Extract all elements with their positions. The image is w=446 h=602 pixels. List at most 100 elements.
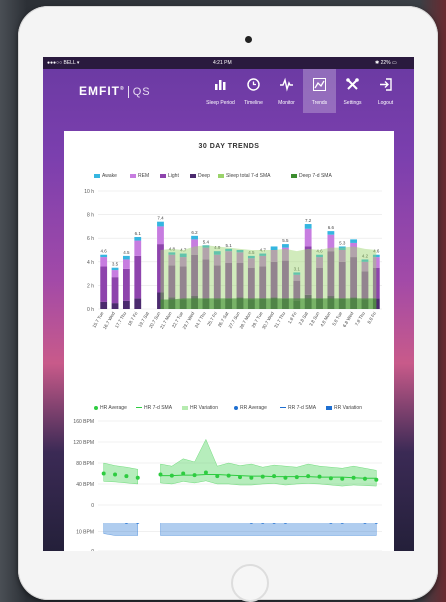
vitals-legend: HR Average HR 7-d SMA HR Variation RR Av…	[94, 405, 384, 415]
bar-total-label: 5.3	[339, 240, 346, 245]
nav-sleep-period[interactable]: Sleep Period	[204, 69, 237, 113]
y-tick-label: 8 h	[87, 213, 94, 219]
legend-hr-average[interactable]: HR Average	[94, 405, 127, 411]
y-tick-label: 0	[91, 549, 94, 551]
bar-total-label: 6.6	[328, 225, 335, 230]
legend-awake[interactable]: Awake	[94, 173, 117, 179]
hr-variation-band	[103, 462, 139, 485]
hr-average-point	[192, 473, 197, 478]
app-screen: ●●●○○ BELL ▾ 4:21 PM ✱ 22% ▭ EMFIT® QS Sl…	[43, 57, 414, 551]
status-bar: ●●●○○ BELL ▾ 4:21 PM ✱ 22% ▭	[43, 57, 414, 69]
page-title: 30 DAY TRENDS	[198, 143, 260, 150]
swatch	[326, 405, 332, 410]
bar-total-label: 7.2	[305, 218, 312, 223]
hr-average-point	[124, 474, 129, 479]
legend-deep[interactable]: Deep	[190, 173, 210, 179]
awake-bar	[350, 239, 358, 243]
respiration-rate-chart: 10 BPM 0	[76, 523, 382, 551]
bar-total-label: 4.5	[123, 250, 130, 255]
hr-average-point	[238, 475, 242, 480]
swatch	[291, 173, 297, 178]
hr-average-point	[215, 474, 220, 479]
hr-average-point	[181, 471, 186, 476]
rem-bar	[100, 257, 108, 267]
nav-logout[interactable]: Logout	[369, 69, 402, 113]
y-tick-label: 40 BPM	[76, 482, 94, 488]
legend-hr-sma[interactable]: HR 7-d SMA	[136, 405, 172, 411]
swatch	[136, 407, 142, 409]
legend-rem[interactable]: REM	[130, 173, 149, 179]
hr-average-point	[272, 474, 277, 479]
bar-total-label: 5.1	[226, 243, 233, 248]
awake-bar	[111, 267, 119, 271]
swatch	[218, 173, 224, 178]
clock-icon	[247, 78, 260, 91]
legend-label: RR Average	[240, 405, 267, 411]
legend-deep-sma[interactable]: Deep 7-d SMA	[291, 173, 332, 179]
awake-bar	[327, 231, 335, 235]
deep-bar	[100, 301, 108, 309]
bar-total-label: 7.4	[157, 216, 164, 221]
home-button[interactable]	[231, 564, 269, 602]
hr-average-point	[135, 475, 140, 480]
hr-average-point	[113, 472, 118, 477]
legend-rr-average[interactable]: RR Average	[234, 405, 267, 411]
clock-text: 4:21 PM	[213, 60, 232, 66]
y-tick-label: 10 BPM	[76, 530, 94, 536]
legend-label: HR 7-d SMA	[144, 405, 173, 411]
hr-average-point	[226, 473, 231, 478]
rem-bar	[134, 240, 142, 256]
awake-bar	[122, 255, 130, 260]
rr-variation-band	[160, 523, 377, 536]
rr-variation-band	[103, 523, 139, 536]
nav-timeline[interactable]: Timeline	[237, 69, 270, 113]
light-bar	[134, 255, 142, 299]
bar-total-label: 6.2	[191, 230, 198, 235]
y-tick-label: 4 h	[87, 260, 94, 266]
hr-average-point	[283, 475, 288, 480]
x-tick-label: 6.8 Wed	[342, 311, 355, 328]
deep-sma-area	[160, 298, 377, 309]
swatch	[160, 173, 166, 178]
nav-label: Logout	[377, 100, 394, 106]
hr-average-point	[101, 471, 106, 476]
y-tick-label: 0	[91, 503, 94, 509]
x-tick-label: 24.7 Thu	[194, 311, 207, 329]
swatch	[94, 173, 100, 178]
awake-bar	[270, 246, 278, 250]
y-tick-label: 0 h	[87, 307, 94, 313]
rem-bar	[122, 259, 130, 269]
legend-hr-variation[interactable]: HR Variation	[182, 405, 218, 411]
hr-average-point	[351, 475, 356, 480]
hr-average-point	[169, 473, 174, 478]
nav-trends[interactable]: Trends	[303, 69, 336, 113]
legend-label: REM	[138, 173, 150, 179]
swatch	[280, 407, 286, 409]
legend-label: Deep 7-d SMA	[299, 173, 332, 179]
y-tick-label: 80 BPM	[76, 461, 94, 467]
y-tick-label: 160 BPM	[73, 419, 94, 425]
nav-monitor[interactable]: Monitor	[270, 69, 303, 113]
legend-label: HR Variation	[190, 405, 218, 411]
nav-settings[interactable]: Settings	[336, 69, 369, 113]
legend-rr-sma[interactable]: RR 7-d SMA	[280, 405, 316, 411]
deep-bar	[122, 300, 130, 309]
legend-rr-variation[interactable]: RR Variation	[326, 405, 362, 411]
legend-label: HR Average	[100, 405, 127, 411]
carrier-text: ●●●○○ BELL ▾	[47, 60, 80, 66]
brand-name: EMFIT	[79, 84, 120, 98]
deep-bar	[134, 298, 142, 309]
nav-label: Timeline	[244, 100, 263, 106]
awake-bar	[191, 235, 198, 240]
x-tick-label: 8.8 Fri	[366, 311, 377, 325]
rem-bar	[157, 226, 164, 245]
legend-sleep-sma[interactable]: Sleep total 7-d SMA	[218, 173, 270, 179]
swatch	[94, 405, 98, 410]
y-tick-label: 2 h	[87, 283, 94, 289]
bar-total-label: 5.4	[203, 239, 210, 244]
legend-light[interactable]: Light	[160, 173, 179, 179]
front-camera	[245, 36, 252, 43]
x-tick-label: 7.8 Thu	[354, 311, 366, 327]
swatch	[182, 405, 188, 410]
sleep-stage-chart: 10 h8 h6 h4 h2 h0 h4.63.54.56.17.44.8 4.7…	[84, 189, 382, 330]
